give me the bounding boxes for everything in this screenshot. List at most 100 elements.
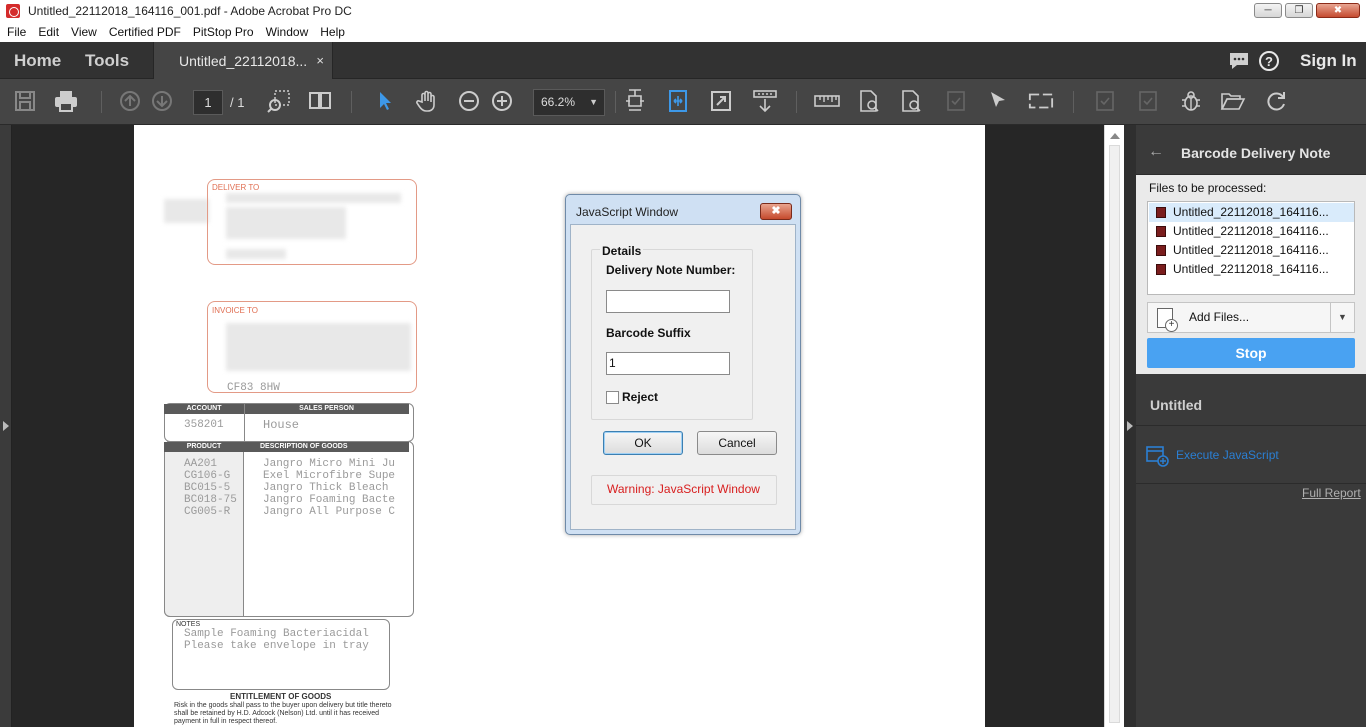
details-legend: Details	[600, 244, 644, 258]
scroll-up-icon[interactable]	[1110, 133, 1120, 139]
close-tab-icon[interactable]: ×	[316, 42, 324, 80]
ok-button[interactable]: OK	[603, 431, 683, 455]
menu-file[interactable]: File	[1, 25, 32, 39]
delivery-note-input[interactable]	[606, 290, 730, 313]
pdf-file-icon	[1156, 226, 1166, 237]
page-display-icon[interactable]	[307, 88, 333, 114]
scroll-mode-icon[interactable]	[752, 88, 778, 114]
fit-width-icon[interactable]	[665, 88, 691, 114]
menu-bar: File Edit View Certified PDF PitStop Pro…	[0, 22, 1366, 42]
cancel-button[interactable]: Cancel	[697, 431, 777, 455]
zoom-out-icon[interactable]	[456, 88, 482, 114]
notes-label: NOTES	[176, 621, 201, 628]
marquee-zoom-icon[interactable]	[266, 88, 292, 114]
stop-button[interactable]: Stop	[1147, 338, 1355, 368]
barcode-suffix-input[interactable]: 1	[606, 352, 730, 375]
reject-label: Reject	[622, 390, 659, 404]
file-list-item[interactable]: Untitled_22112018_164116...	[1149, 203, 1354, 222]
menu-view[interactable]: View	[65, 25, 103, 39]
execute-javascript-icon	[1146, 446, 1169, 467]
menu-help[interactable]: Help	[314, 25, 351, 39]
measure-icon[interactable]	[814, 88, 840, 114]
document-tab[interactable]: Untitled_22112018... ×	[153, 42, 333, 80]
page-number-input[interactable]: 1	[193, 90, 223, 115]
marquee-select-icon[interactable]	[1028, 88, 1054, 114]
delivery-note-form: DELIVER TO INVOICE TO CF83 8HW ACCOUNT S…	[164, 179, 417, 727]
object-select-icon[interactable]	[985, 88, 1011, 114]
full-screen-icon[interactable]	[708, 88, 734, 114]
open-folder-icon[interactable]	[1220, 88, 1246, 114]
title-bar: Untitled_22112018_164116_001.pdf - Adobe…	[0, 0, 1366, 22]
warning-message: Warning: JavaScript Window	[591, 475, 777, 505]
dialog-close-button[interactable]: ✖	[760, 203, 792, 220]
vertical-scrollbar[interactable]	[1104, 125, 1124, 727]
sign-in-link[interactable]: Sign In	[1300, 42, 1357, 79]
scrollbar-thumb[interactable]	[1109, 145, 1120, 723]
zoom-in-icon[interactable]	[489, 88, 515, 114]
inspect-document-icon[interactable]	[898, 88, 924, 114]
refresh-icon[interactable]	[1264, 88, 1290, 114]
prev-page-icon[interactable]	[117, 88, 143, 114]
print-icon[interactable]	[53, 88, 79, 114]
file-name: Untitled_22112018_164116...	[1173, 262, 1329, 276]
next-page-icon[interactable]	[149, 88, 175, 114]
maximize-button[interactable]: ❐	[1285, 3, 1313, 18]
panel-title: Barcode Delivery Note	[1181, 145, 1331, 161]
hand-tool-icon[interactable]	[414, 88, 440, 114]
file-list[interactable]: Untitled_22112018_164116... Untitled_221…	[1147, 201, 1355, 295]
home-tab[interactable]: Home	[14, 42, 61, 79]
close-window-button[interactable]: ✖	[1316, 3, 1360, 18]
debug-bug-icon[interactable]	[1178, 88, 1204, 114]
sales-person-header: SALES PERSON	[244, 404, 409, 414]
dialog-title: JavaScript Window	[576, 205, 679, 219]
menu-window[interactable]: Window	[260, 25, 315, 39]
full-report-link[interactable]: Full Report	[1302, 486, 1361, 500]
description-header: DESCRIPTION OF GOODS	[244, 442, 409, 452]
reject-checkbox[interactable]	[606, 391, 619, 404]
back-arrow-icon[interactable]: ←	[1148, 143, 1164, 161]
notes-text: Sample Foaming Bacteriacidal Please take…	[184, 628, 369, 652]
svg-text:?: ?	[1265, 54, 1273, 69]
tools-tab[interactable]: Tools	[85, 42, 129, 79]
action-list-icon[interactable]	[1092, 88, 1118, 114]
files-section: Files to be processed: Untitled_22112018…	[1136, 175, 1366, 374]
toolbar: 1 / 1 66.2% ▼	[0, 79, 1366, 125]
product-codes: AA201 CG106-G BC015-5 BC018-75 CG005-R	[184, 458, 237, 518]
file-list-item[interactable]: Untitled_22112018_164116...	[1149, 222, 1354, 241]
dialog-body: Details Delivery Note Number: Barcode Su…	[570, 224, 796, 530]
zoom-level-select[interactable]: 66.2% ▼	[533, 89, 605, 116]
delivery-note-label: Delivery Note Number:	[606, 263, 736, 277]
execute-javascript-label: Execute JavaScript	[1176, 448, 1279, 462]
preflight-check-icon[interactable]	[943, 88, 969, 114]
menu-pitstop-pro[interactable]: PitStop Pro	[187, 25, 260, 39]
zoom-level-value: 66.2%	[541, 95, 576, 109]
barcode-suffix-label: Barcode Suffix	[606, 326, 691, 340]
select-tool-icon[interactable]	[371, 88, 397, 114]
fit-page-icon[interactable]	[622, 88, 648, 114]
file-list-item[interactable]: Untitled_22112018_164116...	[1149, 260, 1354, 279]
left-pane-toggle[interactable]	[0, 125, 12, 727]
right-panel: ← Barcode Delivery Note Files to be proc…	[1136, 125, 1366, 727]
help-icon[interactable]: ?	[1258, 42, 1280, 79]
minimize-button[interactable]: ─	[1254, 3, 1282, 18]
execute-javascript-item[interactable]: Execute JavaScript	[1136, 426, 1366, 484]
right-pane-toggle[interactable]	[1124, 125, 1136, 727]
product-header: PRODUCT	[164, 442, 244, 452]
menu-certified-pdf[interactable]: Certified PDF	[103, 25, 187, 39]
file-name: Untitled_22112018_164116...	[1173, 205, 1329, 219]
files-caption: Files to be processed:	[1149, 181, 1267, 195]
chevron-down-icon: ▼	[589, 97, 598, 107]
save-icon[interactable]	[12, 88, 38, 114]
file-list-item[interactable]: Untitled_22112018_164116...	[1149, 241, 1354, 260]
chevron-down-icon[interactable]: ▼	[1330, 303, 1354, 332]
comment-icon[interactable]	[1228, 42, 1250, 79]
menu-edit[interactable]: Edit	[32, 25, 65, 39]
pdf-file-icon	[1156, 245, 1166, 256]
add-files-label: Add Files...	[1189, 310, 1250, 324]
action-section-header: Untitled	[1136, 374, 1366, 426]
certify-icon[interactable]	[1135, 88, 1161, 114]
add-files-button[interactable]: Add Files... ▼	[1147, 302, 1355, 333]
window-title: Untitled_22112018_164116_001.pdf - Adobe…	[28, 4, 352, 18]
inspect-page-icon[interactable]	[856, 88, 882, 114]
page-total: / 1	[230, 95, 245, 110]
